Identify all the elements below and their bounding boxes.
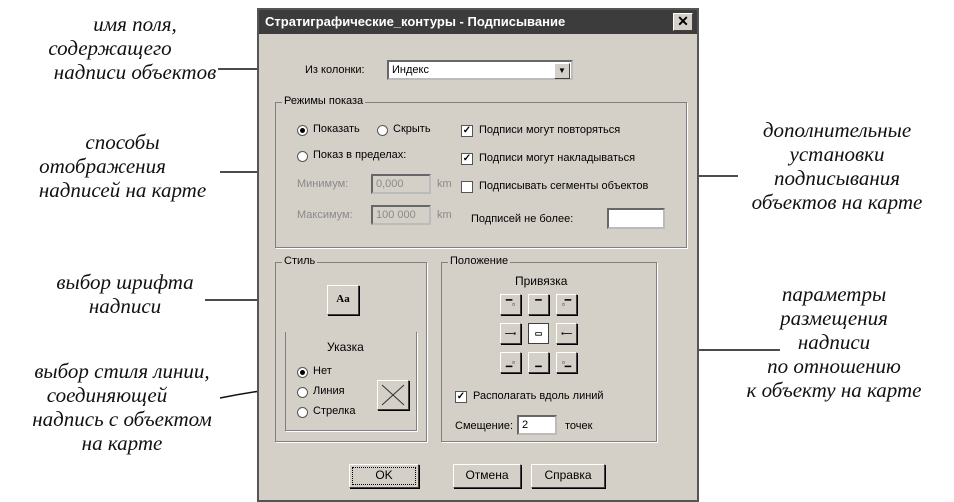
anchor-bottom-right-button[interactable]: ▫▁ — [556, 352, 577, 373]
pointer-none-label[interactable]: Нет — [313, 365, 332, 377]
anchor-middle-right-button[interactable]: ▪— — [556, 323, 577, 344]
offset-input[interactable]: 2 — [517, 415, 557, 435]
anchor-bottom-left-button[interactable]: ▁▫ — [500, 352, 521, 373]
show-radio[interactable] — [297, 125, 308, 136]
modes-group-title: Режимы показа — [282, 95, 366, 107]
line-style-button[interactable] — [377, 380, 409, 410]
anchor-title: Привязка — [515, 274, 568, 288]
column-select-value: Индекс — [392, 64, 429, 76]
pointer-line-radio[interactable] — [297, 387, 308, 398]
font-button[interactable]: Aa — [327, 285, 359, 315]
hide-radio-label[interactable]: Скрыть — [393, 123, 431, 135]
anchor-top-right-button[interactable]: ▫▔ — [556, 294, 577, 315]
max-label: Максимум: — [297, 209, 353, 221]
min-unit: km — [437, 178, 452, 190]
ok-button[interactable]: OK — [349, 464, 419, 488]
style-group-title: Стиль — [282, 255, 318, 267]
annotation-font: выбор шрифта надписи — [56, 270, 194, 318]
hide-radio[interactable] — [377, 125, 388, 136]
offset-label: Смещение: — [455, 420, 514, 432]
close-icon[interactable]: ✕ — [673, 13, 693, 31]
label-settings-dialog: Стратиграфические_контуры - Подписывание… — [257, 8, 699, 502]
position-group-title: Положение — [448, 255, 511, 267]
annotation-display-modes: способы отображения надписей на карте — [38, 130, 207, 202]
min-label: Минимум: — [297, 178, 349, 190]
dialog-title: Стратиграфические_контуры - Подписывание — [259, 10, 697, 34]
segments-checkbox[interactable] — [461, 181, 473, 193]
max-input[interactable]: 100 000 — [371, 205, 431, 225]
along-lines-checkbox[interactable]: ✓ — [455, 391, 467, 403]
anchor-top-center-button[interactable]: ▔ — [528, 294, 549, 315]
cross-icon — [381, 384, 405, 406]
range-radio[interactable] — [297, 151, 308, 162]
cancel-button[interactable]: Отмена — [453, 464, 521, 488]
chevron-down-icon[interactable]: ▼ — [554, 63, 570, 79]
show-radio-label[interactable]: Показать — [313, 123, 360, 135]
column-label: Из колонки: — [305, 64, 365, 76]
help-button[interactable]: Справка — [531, 464, 605, 488]
annotation-field-name: имя поля, содержащего надписи объектов — [48, 12, 217, 84]
pointer-arrow-radio[interactable] — [297, 407, 308, 418]
anchor-middle-left-button[interactable]: —▪ — [500, 323, 521, 344]
segments-label[interactable]: Подписывать сегменты объектов — [479, 180, 648, 192]
pointer-arrow-label[interactable]: Стрелка — [313, 405, 355, 417]
anchor-top-left-button[interactable]: ▔▫ — [500, 294, 521, 315]
anchor-bottom-center-button[interactable]: ▁ — [528, 352, 549, 373]
annotation-extra-settings: дополнительные установки подписывания об… — [751, 118, 923, 214]
along-lines-label[interactable]: Располагать вдоль линий — [473, 390, 604, 402]
anchor-center-button[interactable]: ▭ — [528, 323, 549, 344]
pointer-none-radio[interactable] — [297, 367, 308, 378]
max-unit: km — [437, 209, 452, 221]
range-radio-label[interactable]: Показ в пределах: — [313, 149, 406, 161]
limit-input[interactable] — [607, 208, 665, 229]
column-select[interactable]: Индекс ▼ — [387, 60, 573, 80]
min-input[interactable]: 0,000 — [371, 174, 431, 194]
repeat-label[interactable]: Подписи могут повторяться — [479, 124, 620, 136]
limit-label: Подписей не более: — [471, 213, 574, 225]
pointer-title: Указка — [327, 340, 364, 354]
pointer-line-label[interactable]: Линия — [313, 385, 345, 397]
annotation-line-style: выбор стиля линии, соединяющей надпись с… — [32, 359, 212, 455]
repeat-checkbox[interactable]: ✓ — [461, 125, 473, 137]
annotation-placement: параметры размещения надписи по отношени… — [746, 282, 922, 402]
overlap-checkbox[interactable]: ✓ — [461, 153, 473, 165]
overlap-label[interactable]: Подписи могут накладываться — [479, 152, 635, 164]
offset-unit: точек — [565, 420, 593, 432]
